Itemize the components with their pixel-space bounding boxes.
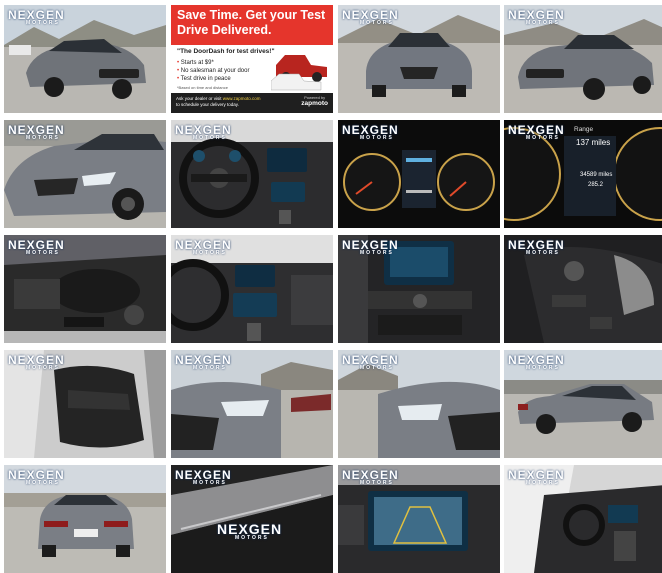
- range-value: 137 miles: [576, 138, 611, 147]
- ad-url: www.zapmoto.com: [222, 96, 261, 101]
- watermark: NEXGEN MOTORS: [342, 123, 399, 141]
- photo-front-center[interactable]: NEXGEN MOTORS: [338, 5, 500, 113]
- photo-door-controls[interactable]: NEXGEN MOTORS: [504, 235, 662, 343]
- photo-engine-bay[interactable]: NEXGEN MOTORS: [4, 235, 166, 343]
- ad-bullet: Test drive in peace: [177, 75, 269, 83]
- trucks-image: [271, 55, 327, 91]
- watermark: NEXGEN MOTORS: [342, 353, 399, 371]
- photo-front-three-quarter[interactable]: NEXGEN MOTORS: [4, 5, 166, 113]
- odometer: 34589 miles: [580, 172, 613, 178]
- photo-dashboard[interactable]: NEXGEN MOTORS: [171, 235, 333, 343]
- watermark: NEXGEN MOTORS: [508, 353, 565, 371]
- zapmoto-logo: zapmoto: [301, 100, 328, 107]
- photo-center-console[interactable]: NEXGEN MOTORS: [338, 235, 500, 343]
- watermark: NEXGEN MOTORS: [8, 123, 65, 141]
- photo-gauge-range[interactable]: Range 137 miles 34589 miles 285.2 NEXGEN…: [504, 120, 662, 228]
- photo-headlight-left[interactable]: NEXGEN MOTORS: [171, 350, 333, 458]
- watermark: NEXGEN MOTORS: [508, 8, 565, 26]
- ad-bullet: No salesman at your door: [177, 67, 269, 75]
- photo-backup-camera[interactable]: NEXGEN MOTORS: [338, 465, 500, 573]
- photo-door-sill[interactable]: NEXGEN MOTORS NEXGEN MOTORS: [171, 465, 333, 573]
- photo-steering-wheel[interactable]: NEXGEN MOTORS: [171, 120, 333, 228]
- photo-rear[interactable]: NEXGEN MOTORS: [4, 465, 166, 573]
- ad-footer: Ask your dealer or visit www.zapmoto.com…: [171, 93, 333, 113]
- watermark: NEXGEN MOTORS: [508, 238, 565, 256]
- watermark: NEXGEN MOTORS: [8, 353, 65, 371]
- watermark: NEXGEN MOTORS: [342, 8, 399, 26]
- watermark: NEXGEN MOTORS: [508, 468, 565, 486]
- watermark: NEXGEN MOTORS: [8, 468, 65, 486]
- ad-bullet: Starts at $9*: [177, 59, 269, 67]
- photo-gauge-cluster[interactable]: NEXGEN MOTORS: [338, 120, 500, 228]
- ad-tagline: "The DoorDash for test drives!": [177, 48, 275, 55]
- photo-front-closeup[interactable]: NEXGEN MOTORS: [4, 120, 166, 228]
- range-label: Range: [574, 126, 594, 133]
- photo-zapmoto-ad[interactable]: Save Time. Get your Test Drive Delivered…: [171, 5, 333, 113]
- watermark: NEXGEN MOTORS: [342, 238, 399, 256]
- watermark: NEXGEN MOTORS: [175, 353, 232, 371]
- ad-title: Save Time. Get your Test Drive Delivered…: [177, 8, 326, 37]
- watermark: NEXGEN MOTORS: [8, 8, 65, 26]
- watermark: NEXGEN MOTORS: [508, 123, 565, 141]
- watermark: NEXGEN MOTORS: [175, 123, 232, 141]
- watermark: NEXGEN MOTORS: [8, 238, 65, 256]
- watermark: NEXGEN MOTORS: [342, 468, 399, 486]
- watermark: NEXGEN MOTORS: [175, 238, 232, 256]
- watermark: NEXGEN MOTORS: [175, 468, 232, 486]
- ad-bullets: Starts at $9* No salesman at your door T…: [177, 59, 269, 83]
- photo-front-seat[interactable]: NEXGEN MOTORS: [4, 350, 166, 458]
- ad-fine-print: *Based on time and distance: [177, 85, 228, 90]
- photo-headlight-right[interactable]: NEXGEN MOTORS: [338, 350, 500, 458]
- photo-grid: NEXGEN MOTORS Save Time. Get your Test Dr…: [0, 0, 662, 573]
- photo-interior-door-open[interactable]: NEXGEN MOTORS: [504, 465, 662, 573]
- watermark: NEXGEN MOTORS: [217, 521, 283, 541]
- trip-meter: 285.2: [588, 182, 604, 188]
- photo-front-right[interactable]: NEXGEN MOTORS: [504, 5, 662, 113]
- photo-side-rear[interactable]: NEXGEN MOTORS: [504, 350, 662, 458]
